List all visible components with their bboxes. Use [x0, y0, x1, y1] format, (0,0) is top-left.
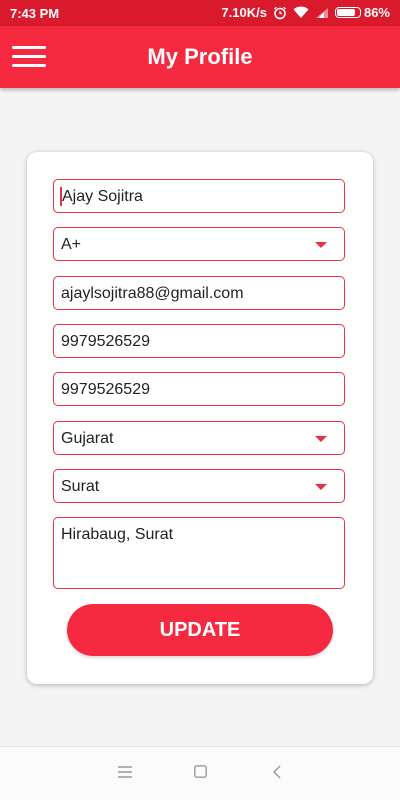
email-field[interactable]: ajaylsojitra88@gmail.com: [53, 276, 345, 310]
battery-percent: 86%: [363, 5, 390, 20]
battery-fill: [336, 9, 355, 16]
state-select[interactable]: Gujarat: [53, 421, 345, 455]
battery-icon: 86%: [334, 5, 390, 20]
name-value: Ajay Sojitra: [62, 188, 143, 205]
blood-group-value: A+: [61, 236, 82, 253]
phone-value: 9979526529: [61, 333, 150, 350]
alt-phone-value: 9979526529: [61, 381, 150, 398]
dropdown-arrow-icon: [315, 242, 327, 248]
system-nav-bar: [0, 746, 400, 800]
status-time: 7:43 PM: [10, 6, 60, 21]
status-icons: 7.10K/s 86%: [221, 5, 390, 20]
alarm-icon: [273, 6, 287, 20]
update-button[interactable]: UPDATE: [67, 604, 333, 656]
address-field[interactable]: Hirabaug, Surat: [53, 517, 345, 589]
state-value: Gujarat: [61, 430, 114, 447]
status-bar: 7:43 PM 7.10K/s 86%: [0, 0, 400, 26]
city-select[interactable]: Surat: [53, 469, 345, 503]
signal-icon: [315, 7, 329, 19]
blood-group-select[interactable]: A+: [53, 227, 345, 261]
wifi-icon: [293, 6, 309, 19]
dropdown-arrow-icon: [315, 484, 327, 490]
profile-form-card: Ajay Sojitra A+ ajaylsojitra88@gmail.com…: [27, 152, 373, 684]
app-bar: My Profile: [0, 26, 400, 88]
address-value: Hirabaug, Surat: [61, 526, 174, 543]
alt-phone-field[interactable]: 9979526529: [53, 372, 345, 406]
back-icon[interactable]: [272, 765, 282, 784]
recents-icon[interactable]: [118, 765, 132, 783]
email-value: ajaylsojitra88@gmail.com: [61, 285, 244, 302]
network-speed: 7.10K/s: [221, 5, 267, 20]
page-title: My Profile: [147, 44, 253, 69]
phone-field[interactable]: 9979526529: [53, 324, 345, 358]
city-value: Surat: [61, 478, 100, 495]
home-icon[interactable]: [194, 765, 207, 783]
name-field[interactable]: Ajay Sojitra: [53, 179, 345, 213]
dropdown-arrow-icon: [315, 436, 327, 442]
